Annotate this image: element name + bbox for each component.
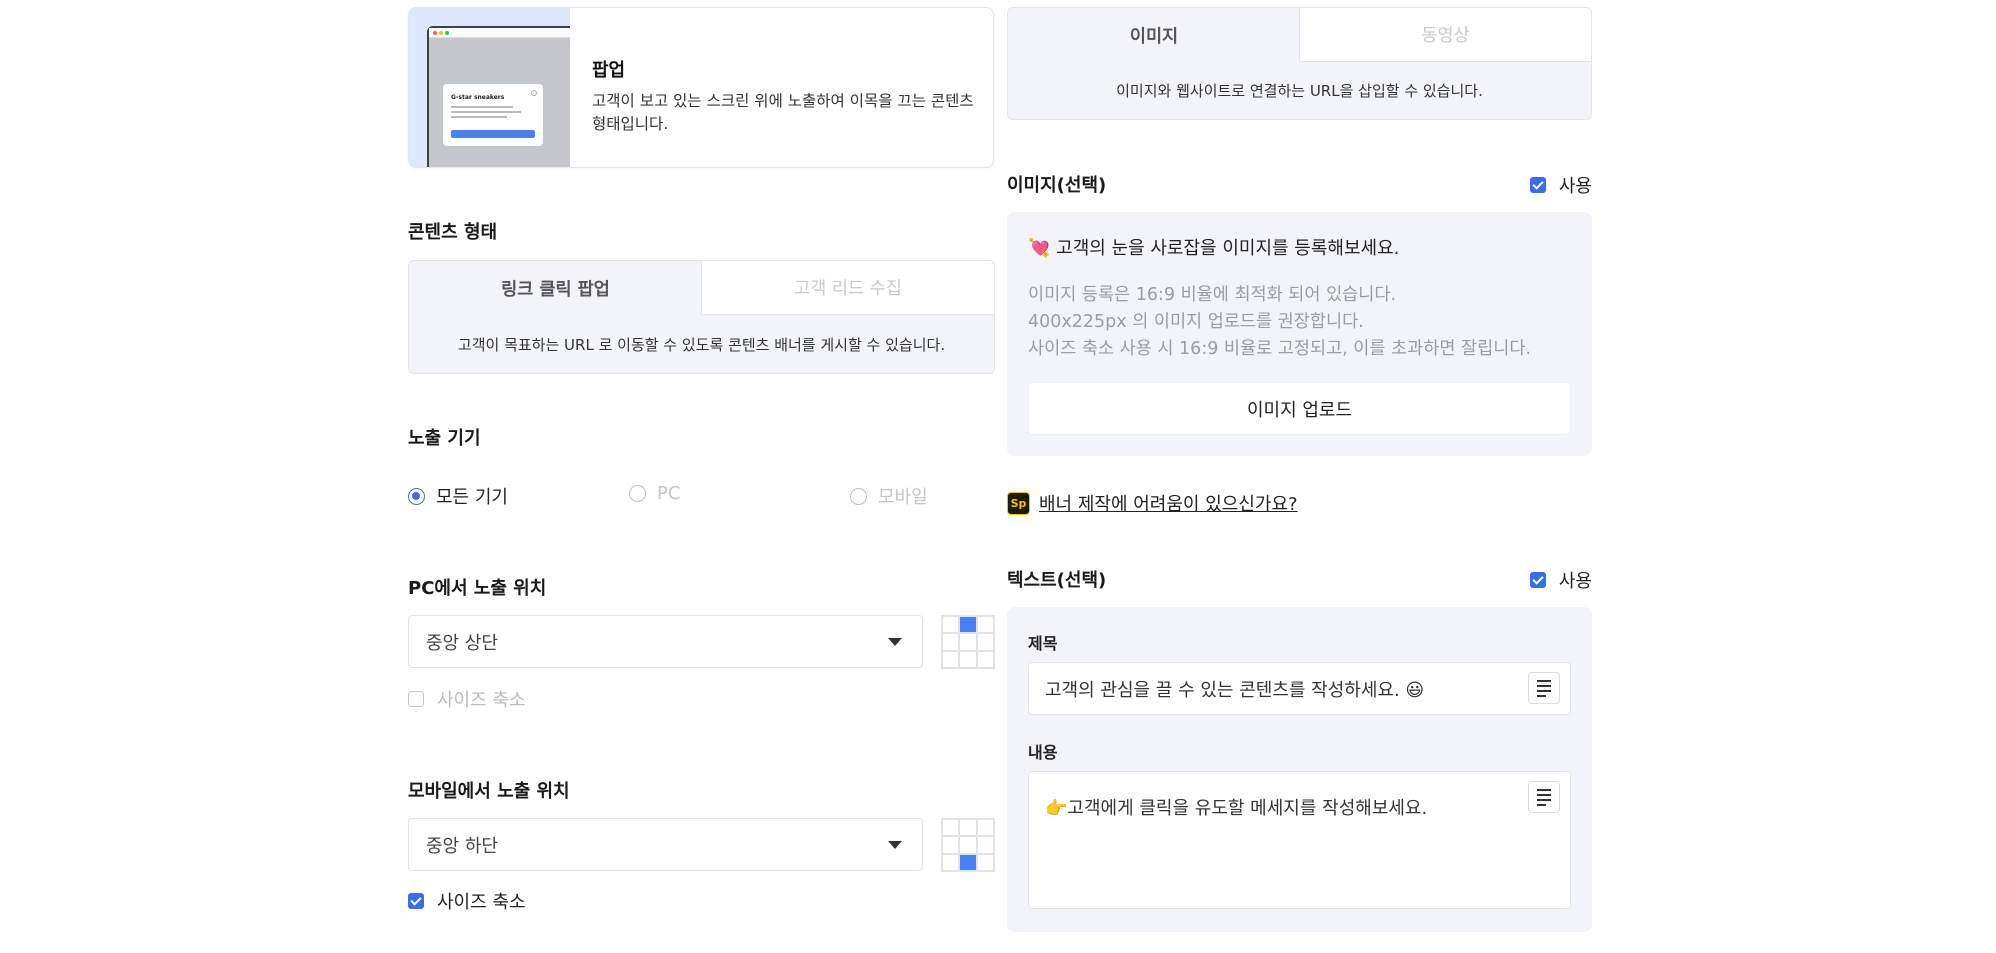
checkbox-label: 사이즈 축소 (437, 690, 526, 711)
mobile-position-select[interactable]: 중앙 하단 (408, 818, 923, 871)
mini-popup-button (451, 130, 535, 138)
grid-cell[interactable] (942, 836, 960, 854)
device-radio-group: 모든 기기 PC 모바일 (408, 483, 996, 509)
radio-indicator (629, 485, 646, 502)
grid-cell[interactable] (959, 836, 977, 854)
body-textarea[interactable]: 👉고객에게 클릭을 유도할 메세지를 작성해보세요. (1028, 771, 1571, 909)
grid-cell[interactable] (976, 836, 994, 854)
checkbox-indicator (1529, 572, 1546, 588)
title-input[interactable]: 고객의 관심을 끌 수 있는 콘텐츠를 작성하세요. 😃 (1028, 662, 1571, 715)
radio-indicator (850, 487, 867, 505)
text-panel: 제목 고객의 관심을 끌 수 있는 콘텐츠를 작성하세요. 😃 내용 👉고객에게… (1007, 607, 1592, 932)
align-left-icon[interactable] (1528, 781, 1560, 813)
grid-cell[interactable] (976, 853, 994, 871)
radio-pc[interactable]: PC (629, 483, 680, 504)
checkbox-indicator (408, 691, 424, 707)
title-input-value: 고객의 관심을 끌 수 있는 콘텐츠를 작성하세요. 😃 (1045, 679, 1425, 701)
grid-cell[interactable] (959, 650, 977, 668)
image-notes: 이미지 등록은 16:9 비율에 최적화 되어 있습니다. 400x225px … (1028, 282, 1531, 363)
pc-shrink-checkbox[interactable]: 사이즈 축소 (408, 686, 526, 712)
grid-cell-selected[interactable] (959, 616, 977, 634)
image-headline: 💘 고객의 눈을 사로잡을 이미지를 등록해보세요. (1028, 238, 1400, 259)
grid-cell[interactable] (976, 650, 994, 668)
image-note: 이미지 등록은 16:9 비율에 최적화 되어 있습니다. (1028, 285, 1397, 305)
title-field-label: 제목 (1028, 634, 1058, 653)
select-value: 중앙 상단 (426, 632, 498, 654)
grid-cell[interactable] (976, 633, 994, 651)
select-value: 중앙 하단 (426, 835, 498, 857)
grid-cell[interactable] (942, 616, 960, 634)
chevron-down-icon (888, 638, 902, 646)
image-note: 사이즈 축소 사용 시 16:9 비율로 고정되고, 이를 초과하면 잘립니다. (1028, 339, 1531, 359)
checkbox-indicator (1529, 177, 1546, 193)
browser-bar (429, 28, 570, 38)
text-section-label: 텍스트(선택) (1007, 570, 1107, 591)
popup-title: 팝업 (592, 60, 626, 81)
window-dot (433, 31, 437, 35)
radio-label: 모바일 (878, 487, 928, 508)
checkbox-label: 사용 (1558, 176, 1592, 197)
body-textarea-value: 👉고객에게 클릭을 유도할 메세지를 작성해보세요. (1045, 798, 1428, 819)
mobile-shrink-checkbox[interactable]: 사이즈 축소 (408, 888, 526, 914)
grid-cell[interactable] (959, 633, 977, 651)
radio-all-devices[interactable]: 모든 기기 (408, 483, 508, 509)
text-line (451, 111, 521, 113)
radio-label: PC (657, 483, 681, 504)
text-use-checkbox[interactable]: 사용 (1529, 567, 1592, 593)
tab-lead-collection[interactable]: 고객 리드 수집 (701, 261, 994, 315)
pc-position-select[interactable]: 중앙 상단 (408, 615, 923, 668)
tab-link-click-popup[interactable]: 링크 클릭 팝업 (409, 261, 702, 315)
close-icon (531, 90, 537, 96)
grid-cell[interactable] (942, 819, 960, 837)
grid-cell-selected[interactable] (959, 853, 977, 871)
grid-cell[interactable] (976, 616, 994, 634)
sp-logo-icon: Sp (1007, 491, 1030, 515)
text-line (451, 106, 513, 108)
help-link-text: 배너 제작에 어려움이 있으신가요? (1039, 494, 1298, 515)
grid-cell[interactable] (942, 633, 960, 651)
radio-indicator (408, 487, 425, 505)
popup-preview-thumbnail: G-star sneakers (409, 8, 570, 167)
tab-image[interactable]: 이미지 (1008, 8, 1300, 62)
mobile-position-grid[interactable] (941, 818, 995, 872)
mini-popup: G-star sneakers (443, 84, 543, 146)
image-upload-button[interactable]: 이미지 업로드 (1028, 382, 1571, 435)
grid-cell[interactable] (959, 819, 977, 837)
tab-video[interactable]: 동영상 (1299, 8, 1591, 62)
grid-cell[interactable] (942, 853, 960, 871)
content-type-description: 고객이 목표하는 URL 로 이동할 수 있도록 콘텐츠 배너를 게시할 수 있… (457, 336, 946, 354)
window-dot (445, 31, 449, 35)
window-dot (439, 31, 443, 35)
mini-popup-title: G-star sneakers (451, 94, 505, 101)
text-line (451, 116, 507, 118)
media-tabs: 이미지 동영상 이미지와 웹사이트로 연결하는 URL을 삽입할 수 있습니다. (1007, 7, 1592, 120)
popup-description: 고객이 보고 있는 스크린 위에 노출하여 이목을 끄는 콘텐츠 형태입니다. (592, 92, 974, 133)
banner-help-link[interactable]: Sp 배너 제작에 어려움이 있으신가요? (1007, 490, 1298, 516)
chevron-down-icon (888, 841, 902, 849)
grid-cell[interactable] (976, 819, 994, 837)
checkbox-indicator (408, 893, 424, 909)
image-use-checkbox[interactable]: 사용 (1529, 172, 1592, 198)
pc-position-grid[interactable] (941, 615, 995, 669)
radio-mobile[interactable]: 모바일 (850, 483, 928, 509)
mobile-position-label: 모바일에서 노출 위치 (408, 781, 570, 802)
align-left-icon[interactable] (1528, 672, 1560, 704)
radio-label: 모든 기기 (436, 487, 508, 508)
popup-type-card[interactable]: G-star sneakers 팝업 고객이 보고 있는 스크린 위에 노출하여… (408, 7, 994, 168)
checkbox-label: 사용 (1558, 571, 1592, 592)
image-note: 400x225px 의 이미지 업로드를 권장합니다. (1028, 312, 1364, 332)
image-upload-panel: 💘 고객의 눈을 사로잡을 이미지를 등록해보세요. 이미지 등록은 16:9 … (1007, 212, 1592, 456)
body-field-label: 내용 (1028, 743, 1058, 762)
grid-cell[interactable] (942, 650, 960, 668)
checkbox-label: 사이즈 축소 (437, 892, 526, 913)
content-type-tabs: 링크 클릭 팝업 고객 리드 수집 고객이 목표하는 URL 로 이동할 수 있… (408, 260, 995, 374)
pc-position-label: PC에서 노출 위치 (408, 578, 547, 599)
image-section-label: 이미지(선택) (1007, 175, 1107, 196)
content-type-label: 콘텐츠 형태 (408, 222, 498, 243)
media-description: 이미지와 웹사이트로 연결하는 URL을 삽입할 수 있습니다. (1116, 82, 1483, 100)
device-label: 노출 기기 (408, 428, 481, 449)
